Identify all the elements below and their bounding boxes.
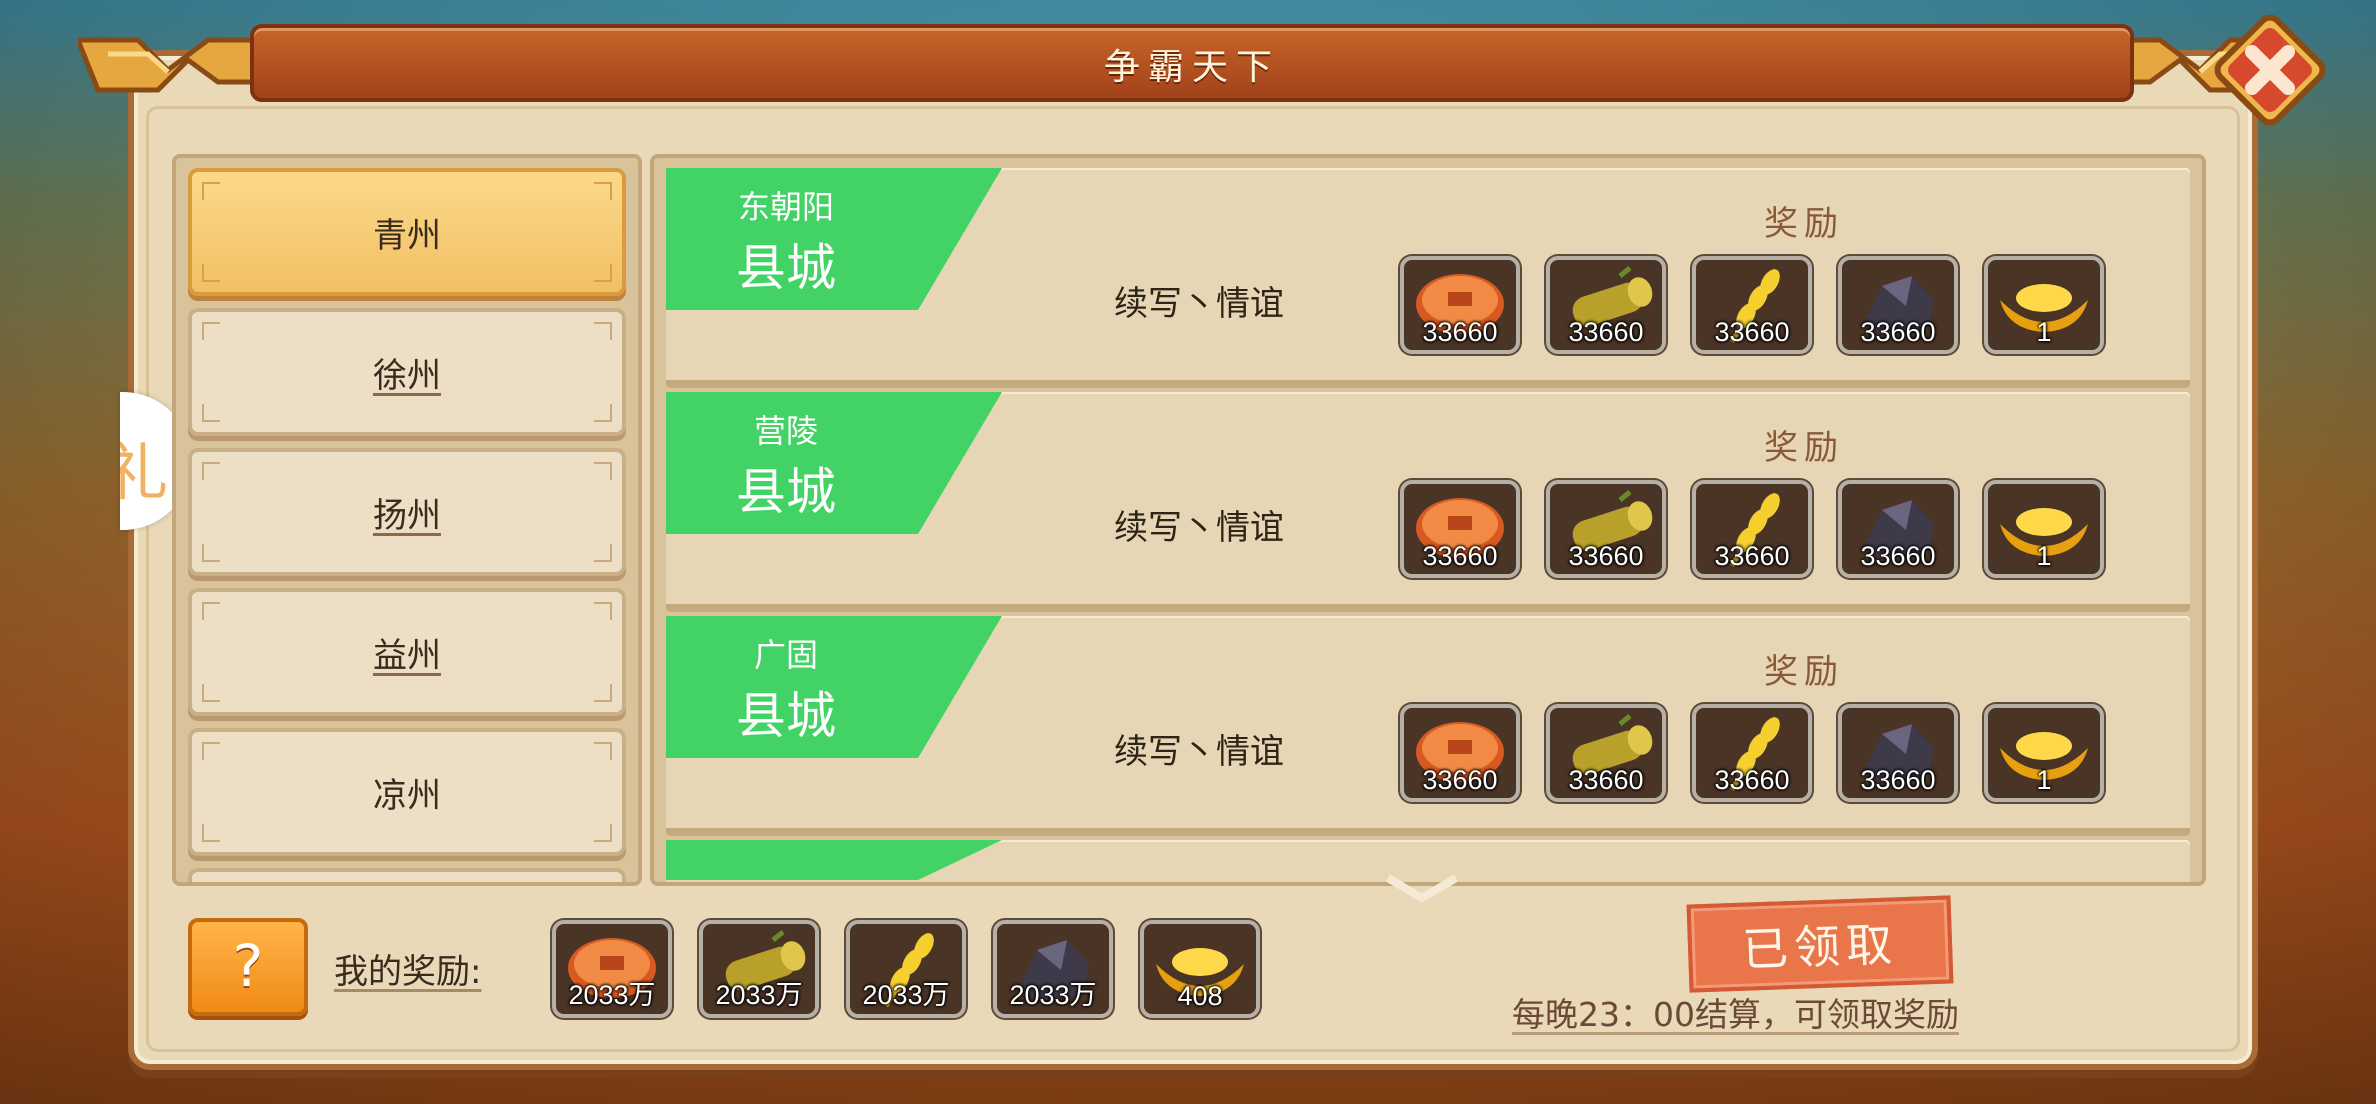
item-count: 1: [2036, 317, 2052, 347]
reward-label: 奖励: [1764, 652, 1844, 692]
title-bar: 争霸天下: [250, 24, 2134, 102]
reward-slot[interactable]: 33660: [1546, 704, 1666, 802]
item-count: 2033万: [715, 980, 803, 1010]
item-count: 2033万: [568, 980, 656, 1010]
item-count: 33660: [1860, 541, 1936, 571]
place-name: 广固: [753, 636, 818, 674]
item-count: 2033万: [862, 980, 950, 1010]
city-label: 益州: [373, 635, 441, 676]
claimed-button[interactable]: 已领取: [1686, 895, 1954, 993]
city-label: 扬州: [373, 495, 441, 536]
my-reward-slot[interactable]: 2033万: [846, 920, 966, 1018]
reward-label: 奖励: [1764, 204, 1844, 244]
owner-name: 续写丶情谊: [1114, 284, 1284, 324]
item-count: 33660: [1568, 317, 1644, 347]
city-tag: 东朝阳 县城: [666, 168, 1002, 310]
item-count: 408: [1177, 981, 1223, 1011]
reward-slot[interactable]: 33660: [1838, 704, 1958, 802]
gift-tab-char: 礼: [120, 436, 169, 509]
page-title: 争霸天下: [1103, 47, 1280, 88]
reward-slot[interactable]: 33660: [1692, 256, 1812, 354]
item-count: 33660: [1714, 317, 1790, 347]
item-count: 33660: [1714, 765, 1790, 795]
city-label: 青州: [373, 215, 441, 256]
reward-slot[interactable]: 33660: [1546, 480, 1666, 578]
city-item-liangzhou[interactable]: 凉州: [188, 728, 626, 856]
item-count: 1: [2036, 541, 2052, 571]
place-type: 县城: [736, 239, 836, 297]
my-reward-slot[interactable]: 408: [1140, 920, 1260, 1018]
help-button[interactable]: ?: [188, 918, 308, 1016]
place-name: 营陵: [753, 412, 818, 450]
my-reward-slot[interactable]: 2033万: [699, 920, 819, 1018]
item-count: 33660: [1422, 541, 1498, 571]
city-tag: 广固 县城: [666, 616, 1002, 758]
item-count: 1: [2036, 765, 2052, 795]
item-count: 33660: [1422, 317, 1498, 347]
reward-slot[interactable]: 33660: [1692, 480, 1812, 578]
item-count: 33660: [1422, 765, 1498, 795]
close-icon[interactable]: [2206, 6, 2334, 134]
place-name: 东朝阳: [737, 188, 834, 226]
place-type: 县城: [736, 687, 836, 745]
owner-name: 续写丶情谊: [1114, 732, 1284, 772]
reward-row: 广固 县城 续写丶情谊 奖励 33660 33660 33660 33660 1: [666, 616, 2190, 836]
reward-slot[interactable]: 1: [1984, 704, 2104, 802]
my-reward-slot[interactable]: 2033万: [552, 920, 672, 1018]
city-item-xuzhou[interactable]: 徐州: [188, 308, 626, 436]
reward-slot[interactable]: 1: [1984, 256, 2104, 354]
reward-slot[interactable]: 33660: [1546, 256, 1666, 354]
reward-label: 奖励: [1764, 428, 1844, 468]
item-count: 33660: [1860, 765, 1936, 795]
place-type: 县城: [736, 463, 836, 521]
city-label: 徐州: [373, 355, 441, 396]
reward-slot[interactable]: 1: [1984, 480, 2104, 578]
owner-name: 续写丶情谊: [1114, 508, 1284, 548]
city-tag: 营陵 县城: [666, 392, 1002, 534]
city-item-partial[interactable]: [188, 868, 626, 882]
city-tag: [666, 840, 1002, 880]
item-count: 33660: [1714, 541, 1790, 571]
city-list: 青州 徐州 扬州 益州 凉州: [172, 154, 642, 886]
my-reward-slot[interactable]: 2033万: [993, 920, 1113, 1018]
item-count: 33660: [1568, 541, 1644, 571]
scroll-down-icon[interactable]: [1382, 874, 1462, 904]
reward-slot[interactable]: 33660: [1838, 480, 1958, 578]
reward-list: 东朝阳 县城 续写丶情谊 奖励 33660 33660 33660 33660 …: [650, 154, 2206, 886]
reward-slot[interactable]: 33660: [1400, 704, 1520, 802]
reward-row: 营陵 县城 续写丶情谊 奖励 33660 33660 33660 33660 1: [666, 392, 2190, 612]
item-count: 33660: [1568, 765, 1644, 795]
item-count: 33660: [1860, 317, 1936, 347]
city-item-yangzhou[interactable]: 扬州: [188, 448, 626, 576]
reward-slot[interactable]: 33660: [1692, 704, 1812, 802]
item-count: 2033万: [1009, 980, 1097, 1010]
reward-slot[interactable]: 33660: [1400, 256, 1520, 354]
reward-slot[interactable]: 33660: [1400, 480, 1520, 578]
city-item-qingzhou[interactable]: 青州: [188, 168, 626, 296]
city-item-yizhou[interactable]: 益州: [188, 588, 626, 716]
settle-note: 每晚23：00结算，可领取奖励: [1512, 995, 1959, 1034]
reward-slot[interactable]: 33660: [1838, 256, 1958, 354]
my-reward-label: 我的奖励:: [334, 952, 482, 992]
city-label: 凉州: [373, 775, 441, 816]
reward-row: 东朝阳 县城 续写丶情谊 奖励 33660 33660 33660 33660 …: [666, 168, 2190, 388]
